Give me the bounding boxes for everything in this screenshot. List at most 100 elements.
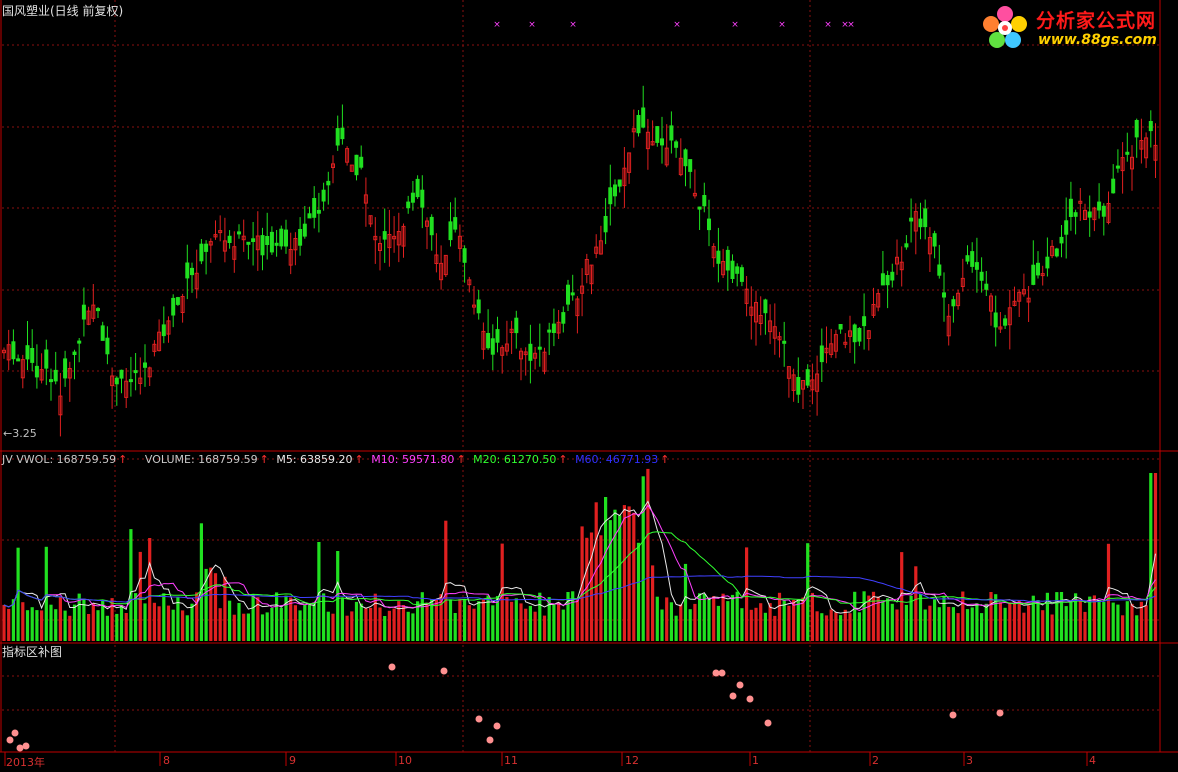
month-label: 2	[872, 754, 879, 767]
candle-body	[34, 365, 39, 378]
candle-body	[655, 126, 660, 143]
volume-bar	[839, 615, 843, 641]
volume-bar	[307, 604, 312, 641]
month-label: 1	[752, 754, 759, 767]
indicator-dot	[746, 695, 754, 703]
volume-bar	[937, 607, 941, 641]
vol-legend-1: VOLUME: 168759.59 ↑	[144, 453, 269, 466]
signal-marker: ×	[673, 20, 681, 30]
watermark-url: www.88gs.com	[1038, 32, 1157, 48]
indicator-dot	[22, 742, 30, 750]
volume-bars	[2, 468, 1158, 641]
volume-bar	[707, 597, 711, 641]
candle-body	[269, 231, 274, 253]
candle-body	[100, 325, 105, 341]
volume-bar	[326, 611, 330, 641]
volume-bar	[890, 603, 894, 641]
volume-bar	[716, 605, 720, 641]
candle-body	[974, 262, 979, 270]
candle-body	[918, 218, 923, 228]
volume-bar	[359, 603, 363, 641]
candle-body	[415, 178, 420, 198]
volume-bar	[1055, 592, 1059, 641]
candle-body	[697, 206, 702, 210]
candle-body	[279, 228, 284, 247]
volume-bar	[773, 615, 777, 641]
candle-body	[1068, 198, 1073, 218]
volume-bar	[1111, 602, 1115, 641]
candle-body	[979, 271, 984, 281]
volume-bar	[815, 611, 819, 641]
vol-legend-5: M60: 46771.93 ↑	[575, 453, 670, 466]
volume-bar	[246, 613, 250, 641]
volume-bar	[519, 603, 523, 641]
candle-body	[805, 369, 810, 386]
volume-bar	[942, 595, 946, 641]
volume-bar	[956, 613, 960, 641]
volume-bar	[792, 600, 796, 641]
volume-bar	[933, 599, 937, 641]
volume-bar	[575, 599, 579, 641]
candle-body	[462, 248, 467, 263]
candle-body	[274, 242, 279, 246]
indicator-dot	[996, 709, 1004, 717]
indicator-dot	[388, 663, 396, 671]
volume-bar	[777, 592, 782, 641]
volume-bar	[1069, 600, 1073, 641]
volume-bar	[1106, 543, 1111, 641]
volume-bar	[1078, 599, 1082, 641]
volume-bar	[763, 612, 767, 641]
candle-body	[246, 241, 251, 245]
candle-body	[133, 370, 138, 374]
volume-bar	[801, 597, 805, 641]
candle-body	[993, 312, 998, 328]
candle-body	[77, 340, 82, 344]
volume-bar	[947, 606, 951, 641]
candle-body	[660, 138, 664, 146]
signal-marker: ×	[493, 20, 501, 30]
candle-body	[537, 346, 542, 350]
candle-body	[190, 267, 194, 276]
candle-body	[1054, 248, 1059, 257]
volume-bar	[21, 602, 25, 641]
indicator-dot	[764, 719, 772, 727]
volume-bar	[1149, 473, 1153, 641]
candle-body	[763, 299, 768, 314]
volume-legend: JV VWOL: 168759.59 ↑ VOLUME: 168759.59 ↑ M…	[2, 453, 673, 467]
candle-body	[683, 149, 688, 167]
volume-bar	[1008, 602, 1012, 641]
volume-bar	[213, 573, 218, 641]
candle-body	[1111, 178, 1116, 194]
volume-bar	[660, 609, 664, 641]
volume-bar	[171, 609, 175, 641]
candle-body	[852, 324, 857, 343]
volume-bar	[228, 600, 232, 641]
volume-bar	[293, 605, 297, 641]
candle-body	[1148, 121, 1153, 132]
volume-bar	[190, 603, 194, 641]
volume-bar	[467, 605, 471, 641]
candle-body	[885, 275, 890, 286]
volume-bar	[787, 605, 791, 641]
volume-bar	[72, 604, 77, 641]
candle-body	[603, 216, 608, 233]
candle-body	[674, 141, 679, 148]
candle-body	[725, 249, 730, 271]
volume-bar	[975, 603, 979, 641]
volume-bar	[1027, 605, 1031, 641]
candle-body	[1036, 262, 1040, 276]
stock-chart-area[interactable]: × × × × × × × ××	[0, 0, 1178, 772]
volume-bar	[984, 603, 988, 641]
indicator-dot	[718, 669, 726, 677]
volume-bar	[448, 599, 453, 641]
indicator-dot	[736, 681, 744, 689]
candle-body	[566, 284, 570, 305]
volume-bar	[157, 606, 161, 641]
volume-bar	[1045, 592, 1049, 641]
candle-body	[1003, 318, 1008, 326]
volume-bar	[115, 613, 119, 641]
volume-bar	[524, 608, 528, 641]
volume-bar	[505, 597, 509, 641]
candle-body	[1097, 201, 1102, 211]
volume-bar	[54, 609, 58, 641]
